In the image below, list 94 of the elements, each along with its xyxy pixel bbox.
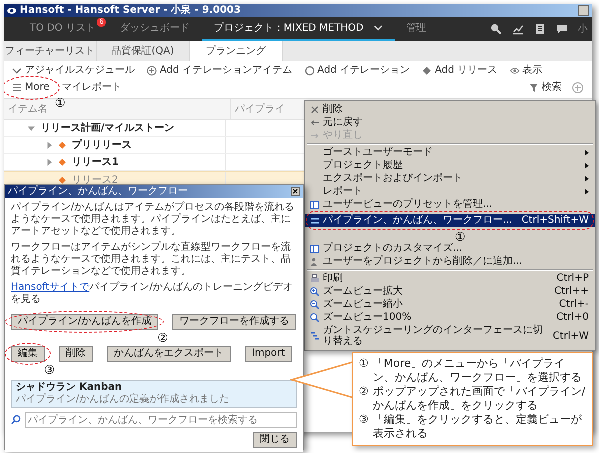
menu-item[interactable]: プロジェクト履歴	[305, 159, 595, 172]
annotation-number: ①	[55, 97, 66, 110]
panel-icon	[310, 200, 320, 210]
gantt-icon	[310, 331, 320, 341]
toolbar-button[interactable]: アジャイルスケジュール	[12, 64, 135, 78]
dialog-button[interactable]: かんばんをエクスポート	[107, 346, 231, 362]
chat-icon[interactable]	[556, 23, 568, 35]
menu-item[interactable]: ユーザーをプロジェクトから削除／に追加...	[305, 255, 595, 268]
diamond-icon	[422, 66, 432, 76]
annotation-ellipse	[5, 343, 51, 365]
minimize-button[interactable]	[578, 5, 589, 16]
tab[interactable]: フィーチャーリスト	[4, 41, 97, 61]
magnifier-icon	[310, 286, 320, 296]
dialog-button[interactable]: パイプライン/かんばんを作成	[11, 314, 158, 330]
annotation-number: ①	[455, 231, 466, 244]
item-name: プリリリース	[72, 138, 132, 152]
nav-tab[interactable]: ダッシュボード	[108, 17, 202, 41]
description-text: ワークフローはアイテムがシンプルな直線型ワークフローを流れるようなケースで使用されます。これには、主にテスト、品質イテレーションなどで使用されます。	[11, 242, 292, 278]
dialog-button[interactable]: 削除	[59, 346, 93, 362]
menu-icon	[12, 83, 22, 93]
user-name[interactable]: 小	[578, 22, 588, 36]
printer-icon	[310, 274, 320, 284]
step-text: 「編集」をクリックすると、定義ビューが表示される	[372, 413, 583, 441]
menu-item[interactable]: プロジェクトのカスタマイズ...	[305, 242, 595, 255]
close-button[interactable]: 閉じる	[253, 432, 297, 448]
diamond-icon	[59, 142, 66, 148]
step-number: ①	[359, 357, 369, 372]
dialog-button[interactable]: 編集	[11, 346, 45, 362]
search-button[interactable]: 検索	[529, 81, 562, 95]
expand-arrow-icon[interactable]	[28, 124, 35, 132]
expand-arrow-icon[interactable]	[46, 142, 53, 148]
chart-icon[interactable]	[512, 23, 524, 35]
toolbar-button[interactable]: Add イテレーション	[304, 64, 410, 78]
caret-down-icon	[12, 66, 22, 76]
submenu-arrow-icon	[585, 150, 589, 156]
window-title: Hansoft - Hansoft Server - 小泉 - 9.0003	[20, 4, 241, 16]
item-name: リリース計画/マイルストーン	[41, 122, 175, 135]
site-link[interactable]: Hansoftサイトで	[11, 282, 90, 293]
dialog-button[interactable]: Import	[245, 346, 292, 362]
search-icon[interactable]	[490, 23, 502, 35]
menu-item[interactable]: ズームビュー拡大 Ctrl++	[305, 285, 595, 298]
menu-item[interactable]: レポート	[305, 185, 595, 198]
close-icon[interactable]	[291, 187, 300, 196]
list-item[interactable]: シャドウラン Kanban パイプライン/かんばんの定義が作成されました	[12, 381, 296, 407]
toolbar-button[interactable]: 表示	[510, 64, 543, 78]
menu-item[interactable]: 印刷 Ctrl+P	[305, 272, 595, 285]
dialog-button[interactable]: ワークフローを作成する	[172, 314, 296, 330]
menu-item[interactable]: ズームビュー100% Ctrl+0	[305, 311, 595, 324]
eye-logo-icon	[7, 6, 17, 14]
document-icon[interactable]	[534, 23, 546, 35]
expand-arrow-icon[interactable]	[46, 158, 53, 166]
toolbar-button[interactable]: マイレポート	[62, 81, 122, 95]
step-number: ③	[359, 413, 369, 428]
item-name: リリース2	[72, 174, 118, 186]
arrow-left-icon	[310, 118, 320, 128]
annotation-number: ②	[158, 332, 168, 345]
menu-item[interactable]: パイプライン、かんばん、ワークフロー... Ctrl+Shift+W	[305, 214, 595, 227]
submenu-arrow-icon	[585, 162, 589, 168]
menu-item[interactable]: 削除	[305, 103, 595, 116]
step-number: ②	[359, 385, 369, 400]
column-header: パイプライ	[234, 102, 286, 117]
magnifier-icon	[310, 312, 320, 322]
users-icon	[310, 256, 320, 266]
submenu-arrow-icon	[585, 188, 589, 194]
dialog-title: パイプライン、かんばん、ワークフロー	[8, 186, 188, 198]
diamond-icon	[59, 158, 66, 166]
funnel-icon	[529, 83, 539, 93]
pipeline-icon	[310, 216, 320, 226]
submenu-arrow-icon	[585, 176, 589, 182]
item-detail: パイプライン/かんばんの定義が作成されました	[16, 394, 230, 406]
search-icon	[11, 415, 21, 425]
search-field[interactable]: パイプライン、かんばん、ワークフローを検索する	[25, 412, 297, 428]
link-sentence: Hansoftサイトでパイプライン/かんばんのトレーニングビデオを見る	[11, 282, 294, 306]
toolbar-button[interactable]: Add リリース	[422, 64, 498, 78]
menu-item[interactable]: ユーザービューのプリセットを管理...	[305, 198, 595, 211]
panel-icon	[310, 244, 320, 254]
menu-item[interactable]: エクスポートおよびインポート	[305, 172, 595, 185]
toolbar-button[interactable]: Add イテレーションアイテム	[147, 64, 293, 78]
eye-icon	[510, 66, 520, 76]
description-text: パイプライン/かんばんはアイテムがプロセスの各段階を流れるようなケースで使用されます。パイプラインはたとえば、主にアートアセットなどで使用されます。	[11, 202, 296, 238]
item-name: リリース1	[72, 156, 119, 169]
magnifier-icon	[310, 300, 320, 310]
close-icon	[310, 104, 320, 114]
step-text: ポップアップされた画面で「パイプライン/かんばんを作成」をクリックする	[372, 385, 586, 413]
step-text: 「More」のメニューから「パイプライン、かんばん、ワークフロー」を選択する	[372, 357, 583, 385]
annotation-number: ③	[44, 364, 55, 377]
toolbar-button[interactable]: More	[12, 81, 50, 95]
ring-icon	[304, 66, 315, 76]
nav-tab[interactable]: 管理	[394, 17, 439, 41]
item-name: シャドウラン Kanban	[16, 382, 124, 394]
arrow-right-icon	[310, 130, 320, 140]
tab[interactable]: プランニング	[190, 41, 283, 61]
plus-circle-icon	[147, 66, 157, 76]
menu-item[interactable]: ズームビュー縮小 Ctrl+-	[305, 298, 595, 311]
